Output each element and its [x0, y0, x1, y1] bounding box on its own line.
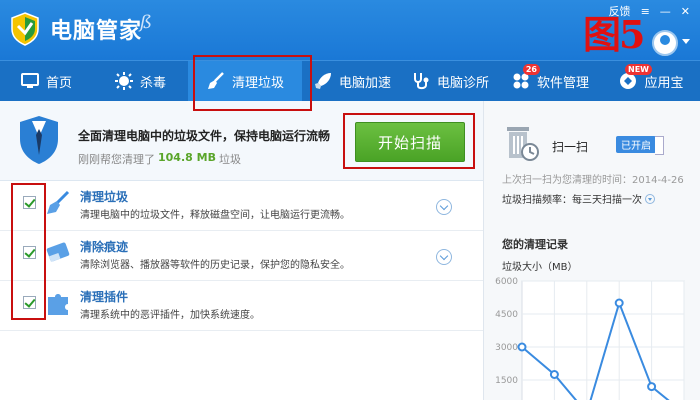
stethoscope-icon — [413, 73, 429, 90]
clean-summary-prefix: 刚刚帮您清理了 — [78, 153, 155, 166]
app-signature: ß — [140, 12, 153, 33]
tab-label: 应用宝 — [644, 75, 684, 91]
figure-annotation: 图5 — [583, 12, 645, 57]
scan-frequency: 垃圾扫描频率：每三天扫描一次 — [502, 191, 655, 206]
chevron-down-icon[interactable] — [645, 193, 655, 204]
clean-summary-suffix: 垃圾 — [218, 153, 241, 166]
y-tick-label: 6000 — [495, 277, 518, 287]
clean-header-title: 全面清理电脑中的垃圾文件，保持电脑运行流畅 — [78, 129, 331, 143]
puzzle-icon — [48, 294, 68, 315]
clean-history-chart: 6000 4500 3000 1500 — [495, 277, 685, 400]
chevron-down-icon[interactable] — [436, 199, 452, 215]
app-logo-shield-icon — [11, 12, 39, 46]
chevron-down-icon[interactable] — [682, 39, 690, 44]
sweep-title: 扫一扫 — [552, 140, 589, 154]
monitor-icon — [20, 73, 39, 88]
tab-label: 电脑诊所 — [436, 75, 489, 91]
clean-header: 全面清理电脑中的垃圾文件，保持电脑运行流畅 刚刚帮您清理了 104.8 MB 垃… — [0, 101, 483, 181]
last-scan-text: 上次扫一扫为您清理的时间：2014-4-26 — [502, 175, 684, 186]
app-title: 电脑管家 — [50, 19, 143, 44]
clean-history-title: 您的清理记录 — [502, 238, 568, 251]
tab-label: 软件管理 — [536, 75, 589, 91]
sweep-toggle[interactable]: 已开启 — [616, 136, 664, 155]
clean-junk-checkbox[interactable] — [23, 196, 36, 209]
item-desc: 清理电脑中的垃圾文件，释放磁盘空间，让电脑运行更流畅。 — [80, 210, 350, 221]
item-desc: 清除浏览器、播放器等软件的历史记录，保护您的隐私安全。 — [80, 260, 350, 271]
start-scan-button[interactable]: 开始扫描 — [355, 122, 465, 162]
broom-icon — [47, 190, 70, 214]
list-item: 清理垃圾 清理电脑中的垃圾文件，释放磁盘空间，让电脑运行更流畅。 — [0, 181, 483, 231]
y-tick-label: 1500 — [495, 376, 518, 386]
title-bar: 电脑管家 ß 反馈 ≡ — ✕ 图5 — [0, 0, 700, 60]
data-point — [614, 298, 624, 308]
close-icon[interactable]: ✕ — [681, 5, 690, 18]
main-panel: 全面清理电脑中的垃圾文件，保持电脑运行流畅 刚刚帮您清理了 104.8 MB 垃… — [0, 101, 483, 400]
clean-summary: 刚刚帮您清理了 104.8 MB 垃圾 — [78, 151, 241, 167]
new-badge: NEW — [625, 64, 652, 75]
y-tick-label: 3000 — [495, 343, 518, 353]
count-badge: 26 — [522, 64, 540, 75]
tab-clean-junk[interactable]: 清理垃圾 — [188, 61, 302, 101]
item-desc: 清理系统中的恶评插件，加快系统速度。 — [80, 310, 260, 321]
main-nav: 首页 杀毒 清理垃圾 电脑加速 电脑诊所 软件管理 26 应用宝 NEW — [0, 60, 700, 101]
tab-clinic[interactable]: 电脑诊所 — [402, 61, 498, 101]
list-item: 清理插件 清理系统中的恶评插件，加快系统速度。 — [0, 281, 483, 331]
minimize-icon[interactable]: — — [660, 5, 671, 18]
trash-bin-icon — [507, 127, 539, 161]
data-point — [517, 342, 527, 352]
tab-software[interactable]: 软件管理 26 — [498, 61, 602, 101]
clear-traces-checkbox[interactable] — [23, 246, 36, 259]
virus-shield-icon — [114, 72, 133, 90]
data-point — [549, 370, 559, 379]
tuxedo-shield-icon — [20, 116, 58, 164]
clean-plugins-checkbox[interactable] — [23, 296, 36, 309]
eraser-icon — [46, 242, 70, 262]
chart-ylabel: 垃圾大小（MB） — [502, 262, 578, 273]
list-item: 清除痕迹 清除浏览器、播放器等软件的历史记录，保护您的隐私安全。 — [0, 231, 483, 281]
y-tick-label: 4500 — [495, 310, 518, 320]
scan-frequency-label: 垃圾扫描频率：每三天扫描一次 — [502, 195, 642, 206]
tab-label: 电脑加速 — [338, 75, 391, 91]
item-title[interactable]: 清理插件 — [80, 288, 128, 305]
rocket-icon — [314, 73, 331, 89]
item-title[interactable]: 清除痕迹 — [80, 238, 128, 255]
chevron-down-icon[interactable] — [436, 249, 452, 265]
tab-label: 清理垃圾 — [231, 75, 284, 91]
tab-home[interactable]: 首页 — [0, 61, 92, 101]
tab-label: 杀毒 — [139, 75, 166, 91]
tab-app-store[interactable]: 应用宝 NEW — [602, 61, 700, 101]
broom-icon — [207, 72, 224, 89]
item-title[interactable]: 清理垃圾 — [80, 188, 128, 205]
tab-speedup[interactable]: 电脑加速 — [302, 61, 402, 101]
plot-area — [521, 280, 685, 400]
data-point — [647, 382, 657, 392]
sweep-panel: 扫一扫 已开启 上次扫一扫为您清理的时间：2014-4-26 垃圾扫描频率：每三… — [483, 101, 700, 400]
cleaned-size: 104.8 MB — [158, 151, 216, 164]
tab-label: 首页 — [45, 75, 72, 91]
tab-antivirus[interactable]: 杀毒 — [92, 61, 188, 101]
avatar[interactable] — [652, 30, 678, 56]
